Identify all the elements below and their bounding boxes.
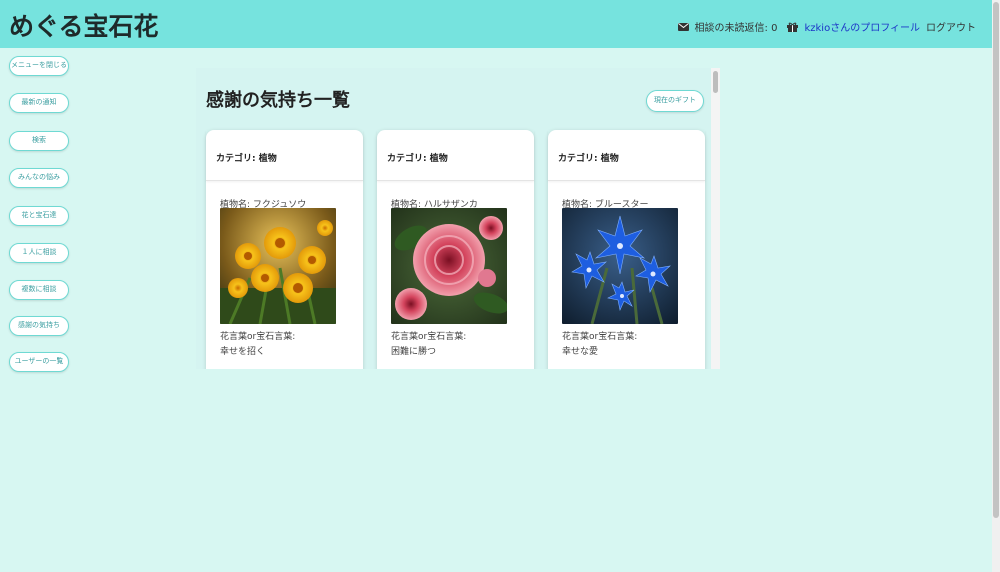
gratitude-card[interactable]: カテゴリ: 植物 植物名: ハルサザンカ 花言葉or宝石言葉: 困難に勝つ <box>377 130 534 369</box>
page-title: 感謝の気持ち一覧 <box>206 90 350 111</box>
page-scrollbar[interactable] <box>992 0 1000 572</box>
blue-star-flower-image <box>562 208 678 324</box>
card-meaning-label: 花言葉or宝石言葉: <box>562 332 638 342</box>
sidebar-item-consult-one[interactable]: １人に相談 <box>9 243 69 263</box>
card-meaning: 幸せを招く <box>220 347 266 357</box>
card-category: カテゴリ: 植物 <box>387 154 448 164</box>
current-gift-button[interactable]: 現在のギフト <box>646 90 704 112</box>
profile-link[interactable]: kzkioさんのプロフィール <box>804 19 920 34</box>
header-links: 相談の未読返信: 0 kzkioさんのプロフィール ログアウト <box>677 19 976 34</box>
close-menu-button[interactable]: メニューを閉じる <box>9 56 69 76</box>
card-meaning-label: 花言葉or宝石言葉: <box>391 332 467 342</box>
card-category: カテゴリ: 植物 <box>558 154 619 164</box>
gratitude-card[interactable]: カテゴリ: 植物 植物名: ブルースター 花言葉or宝石言葉: 幸せな愛 <box>548 130 705 369</box>
sidebar-item-search[interactable]: 検索 <box>9 131 69 151</box>
unread-count: 相談の未読返信: 0 <box>694 23 778 34</box>
sidebar-item-users[interactable]: ユーザーの一覧 <box>9 352 69 372</box>
yellow-flower-image <box>220 208 336 324</box>
top-header: めぐる宝石花 相談の未読返信: 0 kzkioさんのプロフィール ログアウト <box>0 0 992 48</box>
sidebar-item-notifications[interactable]: 最新の通知 <box>9 93 69 113</box>
sidebar-item-everyones-worries[interactable]: みんなの悩み <box>9 168 69 188</box>
sidebar-item-gratitude[interactable]: 感謝の気持ち <box>9 316 69 336</box>
mail-icon <box>677 22 689 31</box>
card-meaning: 幸せな愛 <box>562 347 599 357</box>
sidebar-item-flowers-gems[interactable]: 花と宝石達 <box>9 206 69 226</box>
card-meaning-label: 花言葉or宝石言葉: <box>220 332 296 342</box>
panel-scrollbar[interactable] <box>711 68 720 369</box>
page-scrollbar-thumb[interactable] <box>993 2 999 518</box>
card-meaning: 困難に勝つ <box>391 347 437 357</box>
sidebar-item-consult-many[interactable]: 複数に相談 <box>9 280 69 300</box>
panel-scrollbar-thumb[interactable] <box>713 71 718 93</box>
pink-camellia-image <box>391 208 507 324</box>
card-category: カテゴリ: 植物 <box>216 154 277 164</box>
app-title[interactable]: めぐる宝石花 <box>9 7 159 43</box>
logout-link[interactable]: ログアウト <box>926 19 976 34</box>
gratitude-card[interactable]: カテゴリ: 植物 植物名: フクジュソウ 花言葉or宝石言葉: 幸せを招く <box>206 130 363 369</box>
gratitude-list-panel: 感謝の気持ち一覧 現在のギフト カテゴリ: 植物 植物名: フクジュソウ 花言葉… <box>196 68 720 369</box>
gift-icon <box>787 22 799 32</box>
